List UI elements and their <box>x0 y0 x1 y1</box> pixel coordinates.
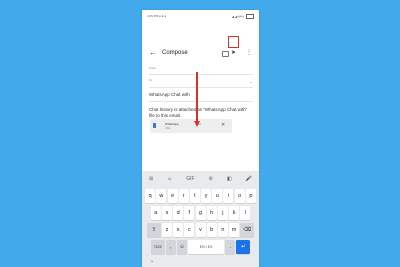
key-x[interactable]: x <box>173 223 184 237</box>
key-row-3: ⇧ z x c v b n m ⌫ <box>142 223 259 237</box>
paperclip-icon[interactable] <box>222 51 229 57</box>
shift-key[interactable]: ⇧ <box>146 223 161 237</box>
status-indicators: ◢ ◢ 44% <box>232 13 254 19</box>
apps-icon[interactable]: ⊞ <box>149 176 153 182</box>
annotation-arrow-head <box>193 121 200 127</box>
key-z[interactable]: z <box>161 223 172 237</box>
space-bar[interactable]: EN • ES <box>188 240 225 254</box>
symbols-key[interactable]: ?123 <box>150 240 165 254</box>
settings-icon[interactable]: ⚙ <box>209 176 213 182</box>
key-i[interactable]: i <box>223 189 234 203</box>
key-s[interactable]: s <box>161 206 172 220</box>
gif-button[interactable]: GIF <box>186 176 194 182</box>
on-screen-keyboard: ⊞ ☺ GIF ⚙ ◧ 🎤 q w e r t y u i o p a s d … <box>142 171 259 267</box>
page-title: Compose <box>162 50 188 56</box>
emoji-key[interactable]: ☺ <box>176 240 187 254</box>
close-icon[interactable]: ✕ <box>221 121 225 129</box>
body-field[interactable]: Chat history is attached as "WhatsApp Ch… <box>149 107 253 119</box>
key-g[interactable]: g <box>195 206 206 220</box>
arrow-left-icon[interactable]: ← <box>149 49 157 57</box>
attachment-size: Chat <box>165 126 171 130</box>
key-l[interactable]: l <box>240 206 251 220</box>
key-c[interactable]: c <box>184 223 195 237</box>
key-q[interactable]: q <box>145 189 156 203</box>
subject-field[interactable]: WhatsApp Chat with <box>149 92 253 102</box>
key-n[interactable]: n <box>217 223 228 237</box>
to-field[interactable]: To ⌄ <box>149 78 253 88</box>
backspace-key[interactable]: ⌫ <box>240 223 255 237</box>
battery-icon <box>246 13 254 19</box>
key-row-1: q w e r t y u i o p <box>142 189 259 203</box>
status-time: 4:25 PM ● ● ● <box>147 14 167 18</box>
phone-screen: 4:25 PM ● ● ● ◢ ◢ 44% ← Compose ➤ ⋮ From… <box>142 10 259 267</box>
key-y[interactable]: y <box>201 189 212 203</box>
mic-icon[interactable]: 🎤 <box>246 176 252 182</box>
send-button-highlight <box>228 36 239 48</box>
key-h[interactable]: h <box>206 206 217 220</box>
theme-icon[interactable]: ◧ <box>227 176 232 182</box>
chevron-down-icon[interactable]: ⌄ <box>250 79 253 84</box>
annotation-arrow-line <box>196 72 198 123</box>
key-e[interactable]: e <box>167 189 178 203</box>
key-m[interactable]: m <box>229 223 240 237</box>
key-u[interactable]: u <box>212 189 223 203</box>
key-d[interactable]: d <box>173 206 184 220</box>
key-b[interactable]: b <box>206 223 217 237</box>
from-field[interactable]: From <box>149 66 253 75</box>
compose-app-bar: ← Compose ➤ ⋮ <box>142 46 259 62</box>
key-row-4: ?123 , ☺ EN • ES . ↵ <box>142 240 259 254</box>
keyboard-toolbar: ⊞ ☺ GIF ⚙ ◧ 🎤 <box>142 171 259 187</box>
period-key[interactable]: . <box>225 240 236 254</box>
chevron-down-icon[interactable]: ⌄ <box>150 258 154 264</box>
key-p[interactable]: p <box>245 189 256 203</box>
nav-bar: ⌄ <box>142 257 259 267</box>
attachment-chip[interactable]: WhatsApp Chat txt ✕ <box>150 119 232 133</box>
key-f[interactable]: f <box>184 206 195 220</box>
key-j[interactable]: j <box>217 206 228 220</box>
key-row-2: a s d f g h j k l <box>142 206 259 220</box>
file-icon <box>153 123 156 128</box>
key-t[interactable]: t <box>189 189 200 203</box>
key-k[interactable]: k <box>229 206 240 220</box>
enter-key[interactable]: ↵ <box>236 240 251 254</box>
attachment-name: WhatsApp <box>165 122 179 126</box>
to-label: To <box>149 78 153 82</box>
key-w[interactable]: w <box>156 189 167 203</box>
more-vert-icon[interactable]: ⋮ <box>246 49 252 57</box>
from-label: From <box>149 66 156 70</box>
key-a[interactable]: a <box>150 206 161 220</box>
emoji-sticker-icon[interactable]: ☺ <box>167 176 172 182</box>
comma-key[interactable]: , <box>165 240 176 254</box>
key-o[interactable]: o <box>234 189 245 203</box>
send-icon[interactable]: ➤ <box>230 50 237 56</box>
key-r[interactable]: r <box>178 189 189 203</box>
key-v[interactable]: v <box>195 223 206 237</box>
status-bar: 4:25 PM ● ● ● ◢ ◢ 44% <box>142 10 259 22</box>
